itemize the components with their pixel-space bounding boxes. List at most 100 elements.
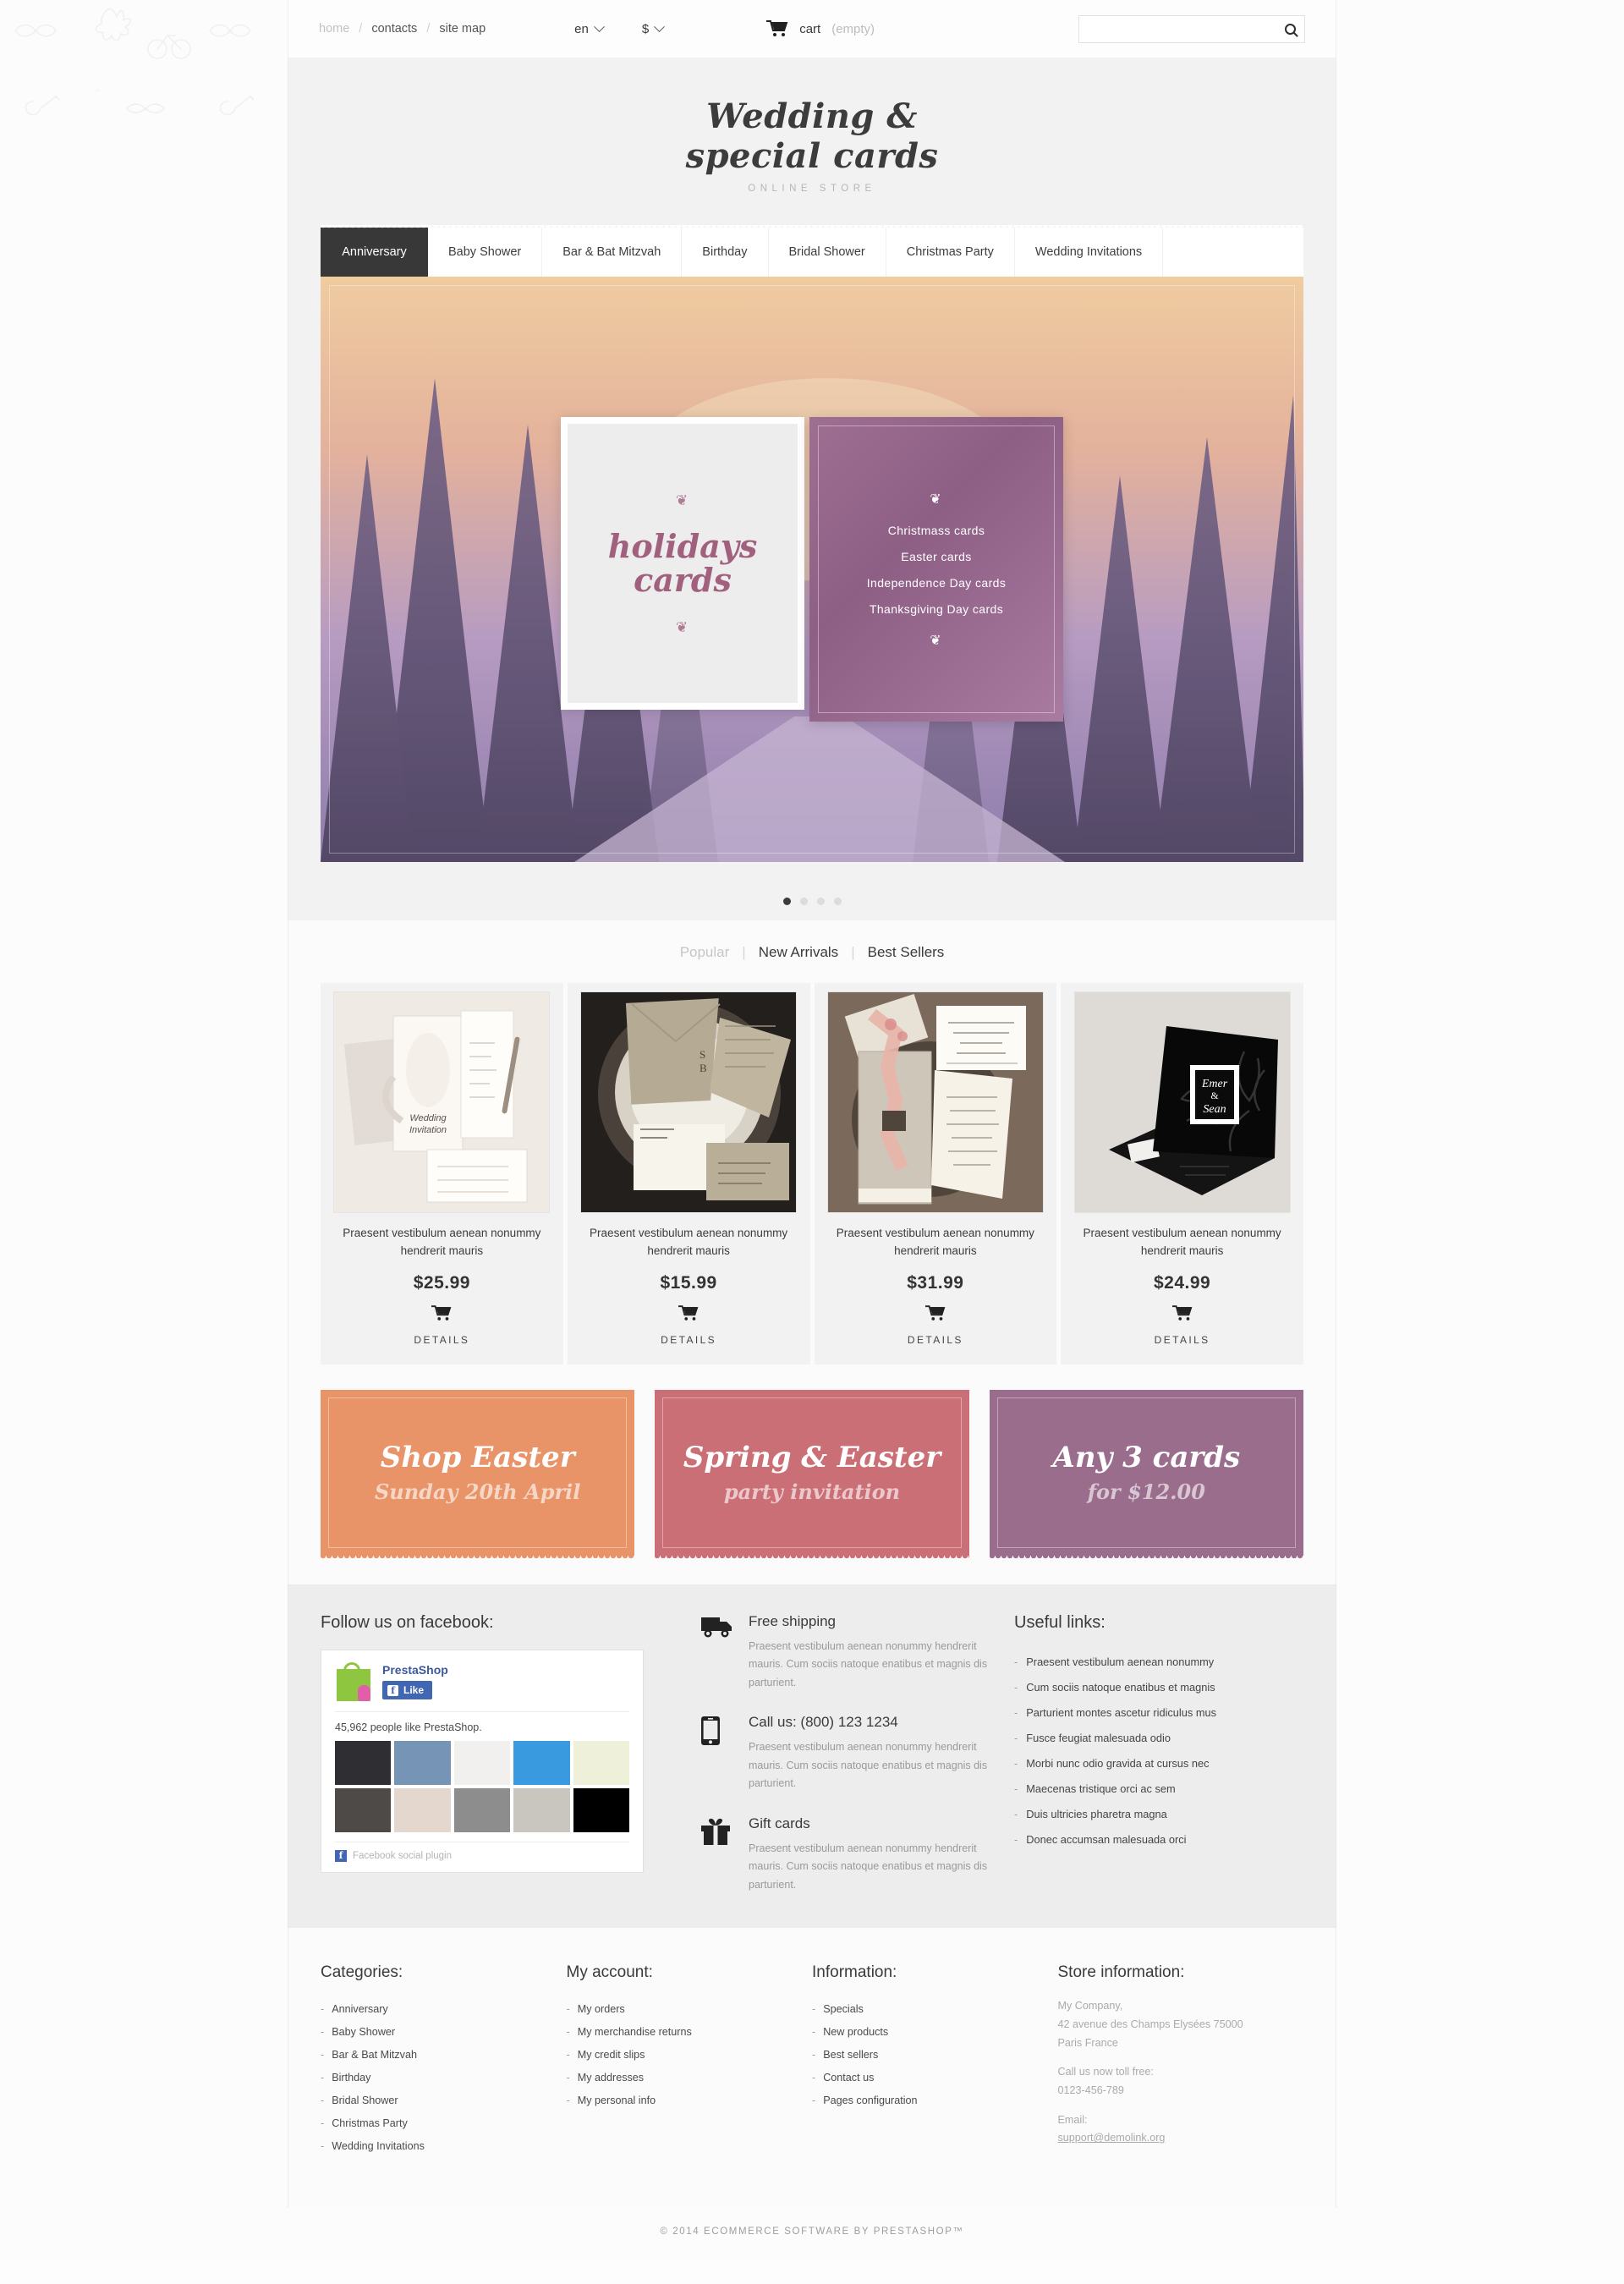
link-label: Cum sociis natoque enatibus et magnis	[1026, 1681, 1215, 1694]
nav-item-christmas-party[interactable]: Christmas Party	[886, 228, 1015, 277]
list-item[interactable]: - Pages configuration	[812, 2089, 1058, 2111]
hero-title-line-1: holidays	[607, 527, 758, 566]
useful-links-heading: Useful links:	[1014, 1612, 1106, 1632]
list-item[interactable]: - New products	[812, 2020, 1058, 2043]
search-box[interactable]	[1078, 14, 1305, 43]
list-item[interactable]: - Anniversary	[321, 1997, 567, 2020]
product-image[interactable]: Emer & Sean	[1073, 991, 1291, 1214]
nav-item-wedding-invitations[interactable]: Wedding Invitations	[1015, 228, 1164, 277]
list-item[interactable]: - Baby Shower	[321, 2020, 567, 2043]
store-phone-number: 0123-456-789	[1057, 2084, 1124, 2096]
list-item[interactable]: - My personal info	[567, 2089, 813, 2111]
nav-item-bridal-shower[interactable]: Bridal Shower	[769, 228, 886, 277]
link-label: Bar & Bat Mitzvah	[332, 2048, 417, 2061]
bullet-dash: -	[566, 2048, 570, 2061]
list-item[interactable]: - Cum sociis natoque enatibus et magnis	[1014, 1675, 1303, 1700]
cart-button[interactable]: cart (empty)	[766, 20, 875, 37]
list-item[interactable]: - Specials	[812, 1997, 1058, 2020]
hero-card-list[interactable]: ❦ Christmass cards Easter cards Independ…	[809, 417, 1063, 722]
product-details-link[interactable]: DETAILS	[1155, 1334, 1210, 1364]
list-item[interactable]: - My addresses	[567, 2066, 813, 2089]
link-label: Donec accumsan malesuada orci	[1026, 1833, 1187, 1847]
product-tabs: Popular | New Arrivals | Best Sellers	[321, 920, 1303, 983]
ribbon-invitation-photo	[827, 992, 1043, 1213]
slider-dot-3[interactable]	[816, 898, 825, 906]
promo-banner-spring-easter[interactable]: Spring & Easter party invitation	[655, 1389, 969, 1559]
add-to-cart-icon[interactable]	[678, 1305, 699, 1321]
list-item[interactable]: - My merchandise returns	[567, 2020, 813, 2043]
tab-popular[interactable]: Popular	[680, 944, 730, 961]
list-item[interactable]: - Contact us	[812, 2066, 1058, 2089]
breadcrumb-contacts[interactable]: contacts	[371, 22, 417, 36]
list-item[interactable]: - Maecenas tristique orci ac sem	[1014, 1776, 1303, 1802]
hero-list-item: Thanksgiving Day cards	[869, 601, 1004, 616]
hero-slide[interactable]: ❦ holidays cards ❦ ❦ Christmass cards Ea…	[321, 277, 1303, 863]
language-selector[interactable]: en	[574, 20, 605, 36]
list-item[interactable]: - Best sellers	[812, 2043, 1058, 2066]
list-item[interactable]: - Bar & Bat Mitzvah	[321, 2043, 567, 2066]
useful-links-list: - Praesent vestibulum aenean nonummy - Cum…	[1014, 1650, 1303, 1853]
features-column: Free shipping Praesent vestibulum aenean…	[701, 1613, 989, 1895]
product-details-link[interactable]: DETAILS	[414, 1334, 469, 1364]
breadcrumb-home[interactable]: home	[319, 22, 349, 36]
list-item[interactable]: - Wedding Invitations	[321, 2134, 567, 2157]
facebook-like-widget[interactable]: PrestaShop f Like 45,962 people like Pre…	[321, 1649, 644, 1873]
nav-item-bar-bat-mitzvah[interactable]: Bar & Bat Mitzvah	[542, 228, 683, 277]
nav-item-birthday[interactable]: Birthday	[682, 228, 769, 277]
search-input[interactable]	[1088, 22, 1285, 36]
list-item[interactable]: - My orders	[567, 1997, 813, 2020]
logo-tagline: ONLINE STORE	[748, 184, 876, 195]
list-item[interactable]: - Birthday	[321, 2066, 567, 2089]
feature-text: Praesent vestibulum aenean nonummy hendr…	[749, 1639, 988, 1688]
slider-dot-1[interactable]	[782, 898, 791, 906]
add-to-cart-icon[interactable]	[924, 1305, 946, 1321]
link-label: My merchandise returns	[577, 2025, 692, 2038]
product-details-link[interactable]: DETAILS	[661, 1334, 716, 1364]
search-icon[interactable]	[1285, 23, 1296, 35]
product-image[interactable]	[826, 991, 1044, 1214]
link-label: New products	[823, 2025, 889, 2038]
slider-dot-4[interactable]	[833, 898, 842, 906]
list-item[interactable]: - Donec accumsan malesuada orci	[1014, 1827, 1303, 1853]
bullet-dash: -	[812, 2071, 816, 2084]
list-item[interactable]: - Fusce feugiat malesuada odio	[1014, 1726, 1303, 1751]
breadcrumb: home / contacts / site map	[319, 22, 486, 36]
product-card[interactable]: S B Praesent vestibulum aenean nonummy h…	[567, 983, 810, 1364]
store-email-link[interactable]: support@demolink.org	[1058, 2132, 1166, 2144]
bullet-dash: -	[1014, 1655, 1018, 1669]
nav-item-baby-shower[interactable]: Baby Shower	[428, 228, 543, 277]
tab-new-arrivals[interactable]: New Arrivals	[759, 944, 838, 961]
slider-dot-2[interactable]	[799, 898, 808, 906]
product-details-link[interactable]: DETAILS	[908, 1334, 963, 1364]
hero-card-holidays[interactable]: ❦ holidays cards ❦	[561, 417, 804, 711]
breadcrumb-site-map[interactable]: site map	[439, 22, 486, 36]
promo-banner-any-3-cards[interactable]: Any 3 cards for $12.00	[989, 1389, 1304, 1559]
promo-banner-shop-easter[interactable]: Shop Easter Sunday 20th April	[321, 1389, 635, 1559]
facebook-widget-header: PrestaShop f Like	[335, 1661, 629, 1712]
list-item[interactable]: - Morbi nunc odio gravida at cursus nec	[1014, 1751, 1303, 1776]
promo-subtitle: party invitation	[723, 1480, 901, 1505]
list-item[interactable]: - Praesent vestibulum aenean nonummy	[1014, 1650, 1303, 1675]
nav-item-anniversary[interactable]: Anniversary	[321, 228, 428, 277]
product-image[interactable]: S B	[580, 991, 798, 1214]
hero-slider-wrapper: ❦ holidays cards ❦ ❦ Christmass cards Ea…	[288, 277, 1336, 885]
bullet-dash: -	[812, 2025, 816, 2038]
list-item[interactable]: - Duis ultricies pharetra magna	[1014, 1802, 1303, 1827]
bullet-dash: -	[1014, 1808, 1018, 1821]
product-card[interactable]: Praesent vestibulum aenean nonummy hendr…	[814, 983, 1057, 1364]
add-to-cart-icon[interactable]	[431, 1305, 452, 1321]
list-item[interactable]: - My credit slips	[567, 2043, 813, 2066]
list-item[interactable]: - Bridal Shower	[321, 2089, 567, 2111]
hero-card-group: ❦ holidays cards ❦ ❦ Christmass cards Ea…	[561, 417, 1063, 722]
list-item[interactable]: - Parturient montes ascetur ridiculus mus	[1014, 1700, 1303, 1726]
product-card[interactable]: Wedding Invitation Praesent vestibulum a…	[321, 983, 563, 1364]
product-image[interactable]: Wedding Invitation	[333, 991, 551, 1214]
add-to-cart-icon[interactable]	[1171, 1305, 1193, 1321]
tab-best-sellers[interactable]: Best Sellers	[868, 944, 945, 961]
link-label: My addresses	[577, 2071, 645, 2084]
currency-selector[interactable]: $	[642, 20, 666, 36]
product-card[interactable]: Emer & Sean Praesent vestibulum aenean n…	[1061, 983, 1303, 1364]
list-item[interactable]: - Christmas Party	[321, 2111, 567, 2134]
promo-title: Any 3 cards	[1052, 1441, 1241, 1475]
facebook-like-button[interactable]: f Like	[382, 1681, 433, 1700]
